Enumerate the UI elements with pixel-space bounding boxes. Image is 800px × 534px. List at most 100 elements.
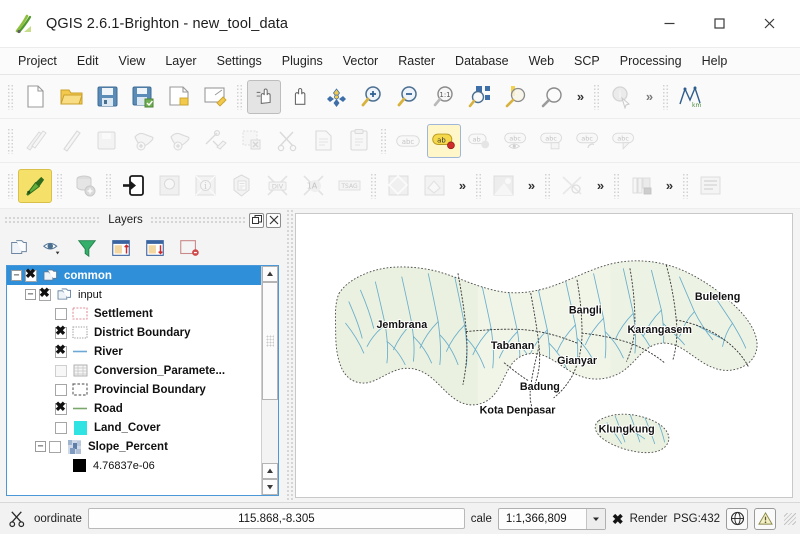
layer-visibility-checkbox[interactable] [49, 440, 61, 453]
toolbar-overflow-button[interactable]: » [452, 178, 472, 193]
warning-triangle-icon[interactable] [754, 507, 776, 530]
open-project-button[interactable] [54, 80, 88, 114]
raster-calculator-button[interactable] [152, 169, 186, 203]
layer-row-input[interactable]: − input [7, 285, 261, 304]
layer-row-river[interactable]: River [7, 342, 261, 361]
chevron-down-icon[interactable] [585, 508, 605, 529]
raster-classification-button[interactable] [486, 169, 520, 203]
toolbar-grip[interactable] [7, 83, 14, 110]
menu-view[interactable]: View [108, 51, 155, 71]
node-tool-button[interactable] [198, 124, 232, 158]
menu-raster[interactable]: Raster [388, 51, 445, 71]
collapse-all-icon[interactable] [142, 235, 168, 261]
identify-features-button[interactable]: i [604, 80, 638, 114]
tsag-tool-button[interactable]: TSAG [332, 169, 366, 203]
layer-visibility-checkbox[interactable] [55, 421, 67, 434]
cut-features-button[interactable] [270, 124, 304, 158]
layer-row-road[interactable]: Road [7, 399, 261, 418]
save-project-button[interactable] [90, 80, 124, 114]
toolbar-grip[interactable] [613, 172, 620, 199]
toolbar-grip[interactable] [56, 172, 63, 199]
save-layer-edits-button[interactable] [90, 124, 124, 158]
layer-row-provincial-boundary[interactable]: Provincial Boundary [7, 380, 261, 399]
toolbar-overflow-button[interactable]: » [590, 178, 610, 193]
close-button[interactable] [744, 0, 794, 48]
show-hide-labels-button[interactable]: abc [499, 124, 533, 158]
toolbar-grip[interactable] [236, 83, 243, 110]
layer-row-settlement[interactable]: Settlement [7, 304, 261, 323]
layer-visibility-checkbox[interactable] [55, 364, 67, 377]
menu-web[interactable]: Web [519, 51, 564, 71]
measure-line-button[interactable]: km [673, 80, 707, 114]
pin-labels-button[interactable]: ab [463, 124, 497, 158]
raster-report-button[interactable] [224, 169, 258, 203]
raster-info-button[interactable]: i [188, 169, 222, 203]
window-resize-grip[interactable] [784, 512, 796, 525]
menu-project[interactable]: Project [8, 51, 67, 71]
expand-toggle[interactable]: − [35, 441, 46, 452]
coordinate-input[interactable]: 115.868,-8.305 [87, 508, 465, 529]
toolbar-grip[interactable] [682, 172, 689, 199]
layer-row-conversion-parameter[interactable]: Conversion_Paramete... [7, 361, 261, 380]
toolbar-overflow-button[interactable]: » [639, 89, 659, 104]
layers-tree-scrollbar[interactable] [261, 266, 278, 495]
zoom-in-button[interactable] [355, 80, 389, 114]
panel-splitter[interactable] [286, 209, 293, 502]
label-button[interactable]: abc [391, 124, 425, 158]
layer-visibility-checkbox[interactable] [55, 400, 67, 415]
rotate-label-button[interactable]: abc [571, 124, 605, 158]
new-print-composer-button[interactable] [162, 80, 196, 114]
toolbar-overflow-button[interactable]: » [521, 178, 541, 193]
layer-row-slope-class-value[interactable]: 4.76837e-06 [7, 456, 261, 475]
zoom-out-button[interactable] [391, 80, 425, 114]
filter-legend-icon[interactable] [74, 235, 100, 261]
scroll-down-button[interactable] [262, 479, 278, 495]
toolbar-grip[interactable] [7, 127, 14, 154]
layer-labeling-options-button[interactable]: ab [427, 123, 461, 158]
toggle-editing-button[interactable] [54, 124, 88, 158]
menu-vector[interactable]: Vector [333, 51, 388, 71]
layer-visibility-checkbox[interactable] [55, 307, 67, 320]
minimize-button[interactable] [644, 0, 694, 48]
toolbar-grip[interactable] [7, 172, 14, 199]
toolbar-grip[interactable] [544, 172, 551, 199]
crs-globe-icon[interactable] [726, 507, 748, 530]
toolbar-overflow-button[interactable]: » [570, 89, 590, 104]
map-canvas[interactable]: Buleleng Jembrana Tabanan Bangli Karanga… [295, 213, 793, 498]
zoom-to-selection-button[interactable] [463, 80, 497, 114]
raster-pattern-b-button[interactable] [417, 169, 451, 203]
panel-close-button[interactable] [266, 212, 281, 228]
toolbar-grip[interactable] [105, 172, 112, 199]
pan-to-selection-button[interactable] [319, 80, 353, 114]
toolbar-grip[interactable] [380, 127, 387, 154]
scroll-up-button-2[interactable] [262, 463, 278, 479]
zoom-actual-size-button[interactable]: 1:1 [427, 80, 461, 114]
scp-preprocess-button[interactable] [693, 169, 727, 203]
toolbar-grip[interactable] [662, 83, 669, 110]
layer-row-land-cover[interactable]: Land_Cover [7, 418, 261, 437]
remove-layer-icon[interactable] [176, 235, 202, 261]
toolbar-grip[interactable] [475, 172, 482, 199]
layer-row-district-boundary[interactable]: District Boundary [7, 323, 261, 342]
layer-visibility-checkbox[interactable] [55, 383, 67, 396]
import-into-button[interactable] [116, 169, 150, 203]
menu-layer[interactable]: Layer [155, 51, 206, 71]
add-postgis-layer-button[interactable] [67, 169, 101, 203]
composer-manager-button[interactable] [198, 80, 232, 114]
manage-layer-visibility-icon[interactable] [40, 235, 66, 261]
panel-drag-handle[interactable] [4, 215, 102, 225]
menu-processing[interactable]: Processing [610, 51, 692, 71]
scrollbar-track[interactable] [262, 282, 278, 463]
layer-row-slope-percent[interactable]: − Slope_Percent [7, 437, 261, 456]
menu-database[interactable]: Database [445, 51, 519, 71]
div-tool-button[interactable]: DIV [260, 169, 294, 203]
menu-scp[interactable]: SCP [564, 51, 610, 71]
toolbar-overflow-button[interactable]: » [659, 178, 679, 193]
layer-visibility-checkbox[interactable] [55, 324, 67, 339]
layers-tree[interactable]: − common − input [7, 266, 261, 495]
coordinate-capture-icon[interactable] [6, 508, 28, 530]
scrollbar-thumb[interactable] [262, 282, 278, 400]
toolbar-grip[interactable] [593, 83, 600, 110]
add-feature-button[interactable] [126, 124, 160, 158]
move-feature-button[interactable] [162, 124, 196, 158]
